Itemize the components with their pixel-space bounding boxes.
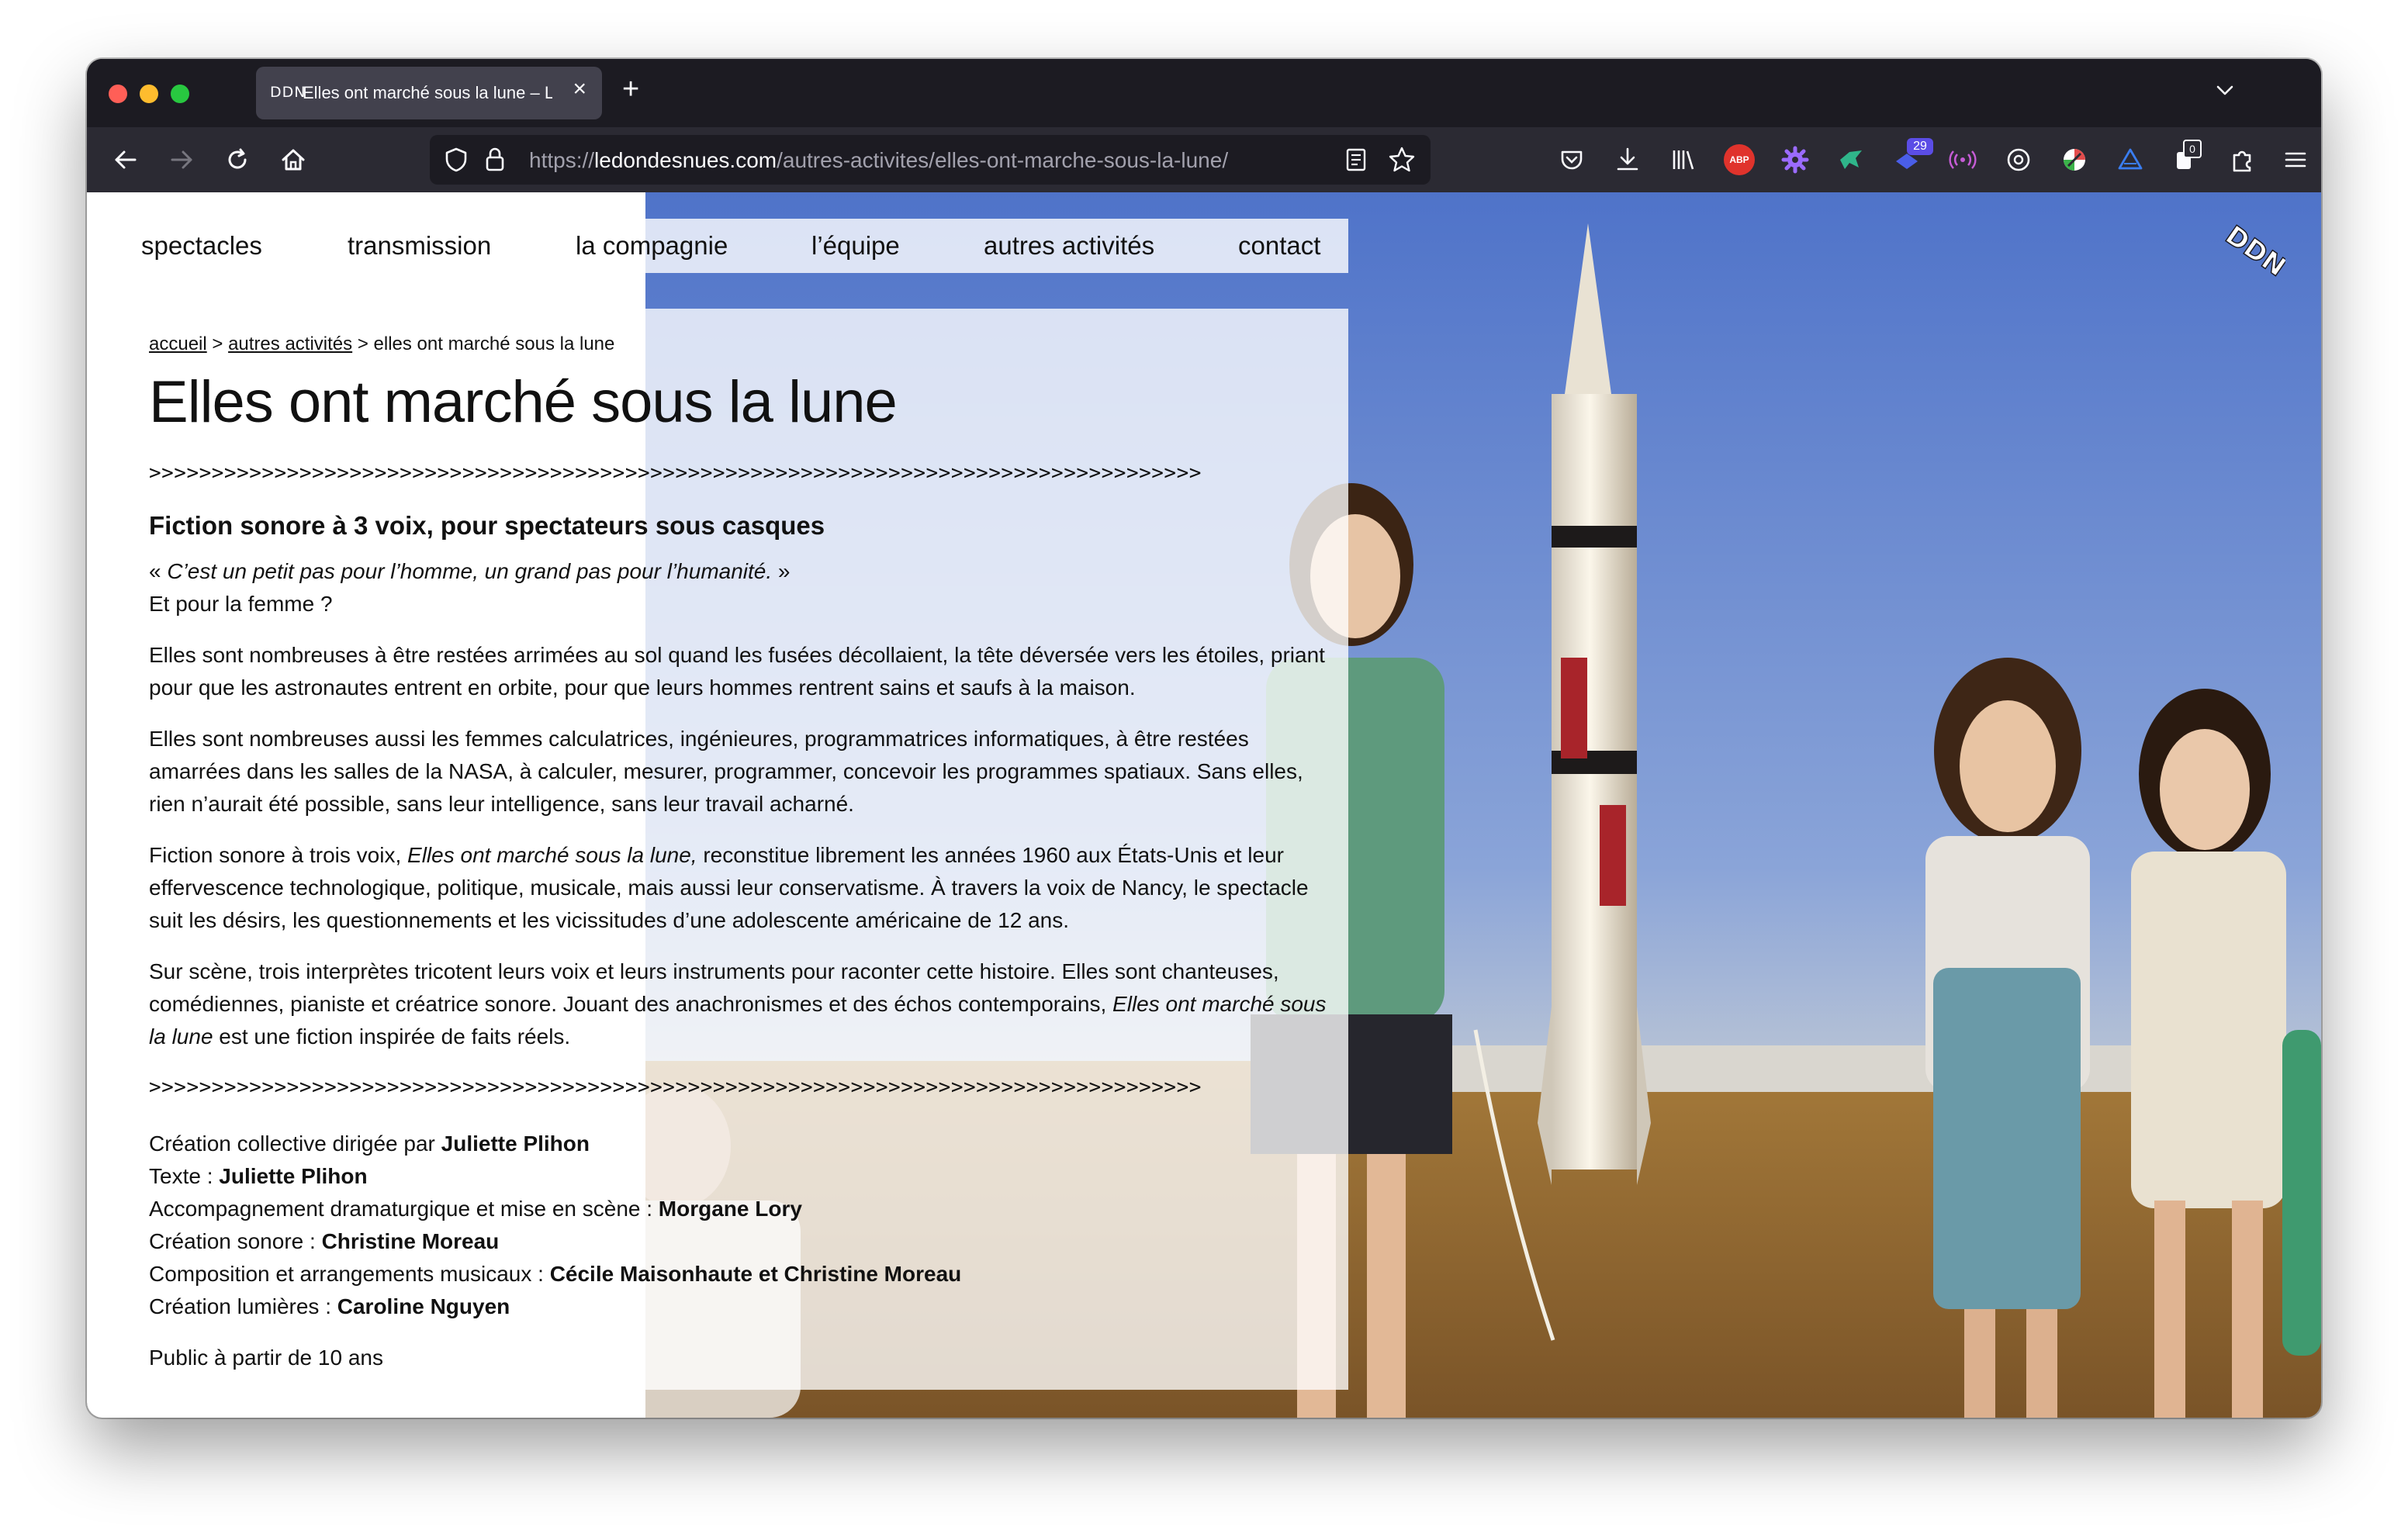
credit-line: Création collective dirigée par Juliette… [149,1128,1344,1160]
extension-counter: 0 [2183,140,2202,158]
menu-backdrop [133,219,1348,273]
paragraph-4-end: est une fiction inspirée de faits réels. [213,1024,571,1049]
article-subtitle: Fiction sonore à 3 voix, pour spectateur… [149,511,825,540]
home-icon[interactable] [279,146,307,174]
credit-label: Création collective dirigée par [149,1131,441,1156]
breadcrumb-separator: > [352,333,374,354]
breadcrumb-separator: > [206,333,229,354]
quote-followup: Et pour la femme ? [149,592,333,616]
extension-badge-count: 29 [1907,138,1933,155]
arrow-separator: >>>>>>>>>>>>>>>>>>>>>>>>>>>>>>>>>>>>>>>>… [149,1076,1202,1099]
adblock-plus-icon[interactable]: ABP [1724,144,1755,175]
url-domain: ledondesnues.com [594,148,777,172]
credit-line: Accompagnement dramaturgique et mise en … [149,1193,1344,1225]
credit-name: Juliette Plihon [441,1131,590,1156]
new-tab-button[interactable]: + [622,74,639,104]
tab-close-icon[interactable]: × [573,78,586,101]
credit-line: Texte : Juliette Plihon [149,1160,1344,1193]
downloads-icon[interactable] [1612,144,1643,175]
browser-window: DDN Elles ont marché sous la lune – Le O… [87,59,2321,1418]
site-logo[interactable]: DDN [2219,216,2292,284]
tab-bar: DDN Elles ont marché sous la lune – Le O… [87,59,2321,127]
url-scheme: https:// [529,148,595,172]
credit-line: Création lumières : Caroline Nguyen [149,1290,1344,1323]
breadcrumb: accueil > autres activités > elles ont m… [149,330,1344,358]
arrow-separator: >>>>>>>>>>>>>>>>>>>>>>>>>>>>>>>>>>>>>>>>… [149,461,1202,485]
reload-icon[interactable] [223,146,251,174]
breadcrumb-parent-link[interactable]: autres activités [228,333,352,354]
menu-item-autres-activites[interactable]: autres activités [984,231,1154,261]
quote-text: C’est un petit pas pour l’homme, un gran… [167,559,773,583]
minimize-window-button[interactable] [140,85,158,103]
reader-view-icon[interactable] [1344,147,1368,173]
close-window-button[interactable] [109,85,127,103]
menu-item-contact[interactable]: contact [1238,231,1320,261]
paragraph-2: Elles sont nombreuses aussi les femmes c… [149,727,1303,816]
breadcrumb-current: elles ont marché sous la lune [373,333,615,354]
zoom-window-button[interactable] [171,85,189,103]
extensions-puzzle-icon[interactable] [2226,144,2258,175]
audience-info: Public à partir de 10 ans [149,1346,383,1370]
url-text[interactable]: https://ledondesnues.com/autres-activite… [529,148,1228,173]
credit-line: Composition et arrangements musicaux : C… [149,1258,1344,1290]
forward-arrow-icon[interactable] [168,146,195,174]
ddn-logo-icon: DDN [2219,219,2292,284]
hamburger-menu-icon[interactable] [2282,144,2309,175]
credit-label: Création sonore : [149,1229,322,1253]
address-bar[interactable]: https://ledondesnues.com/autres-activite… [430,135,1431,185]
menu-item-la-compagnie[interactable]: la compagnie [576,231,728,261]
paragraph-3-title: Elles ont marché sous la lune, [407,843,697,867]
url-path: /autres-activites/elles-ont-marche-sous-… [777,148,1229,172]
quote-paragraph: « C’est un petit pas pour l’homme, un gr… [149,555,1328,620]
breadcrumb-home-link[interactable]: accueil [149,333,207,354]
active-tab[interactable]: DDN Elles ont marché sous la lune – Le O… [256,67,602,119]
credit-line: Création sonore : Christine Moreau [149,1225,1344,1258]
quote-mark-open: « [149,559,168,583]
credit-label: Texte : [149,1164,220,1188]
credit-label: Composition et arrangements musicaux : [149,1262,550,1286]
svg-text:DDN: DDN [2219,219,2285,282]
credit-name: Christine Moreau [321,1229,500,1253]
paragraph-3-start: Fiction sonore à trois voix, [149,843,408,867]
quote-mark-close: » [772,559,791,583]
paragraph-1: Elles sont nombreuses à être restées arr… [149,643,1325,700]
lock-icon[interactable] [483,146,507,174]
shield-icon[interactable] [442,146,470,174]
bird-extension-icon[interactable] [1835,144,1867,175]
page-viewport: spectacles transmission la compagnie l’é… [87,192,2321,1418]
credit-label: Accompagnement dramaturgique et mise en … [149,1197,659,1221]
credits-list: Création collective dirigée par Juliette… [149,1128,1344,1323]
paragraph-3: Fiction sonore à trois voix, Elles ont m… [149,839,1328,937]
colorful-extension-icon[interactable] [2059,144,2090,175]
credit-label: Création lumières : [149,1294,337,1318]
menu-item-equipe[interactable]: l’équipe [811,231,900,261]
menu-item-spectacles[interactable]: spectacles [141,231,262,261]
library-icon[interactable] [1668,144,1699,175]
bookmark-star-icon[interactable] [1387,145,1417,174]
paragraph-4-start: Sur scène, trois interprètes tricotent l… [149,959,1279,1016]
back-arrow-icon[interactable] [112,146,140,174]
chevron-down-icon[interactable] [2214,79,2236,101]
navigation-toolbar: https://ledondesnues.com/autres-activite… [87,127,2321,192]
tab-favicon-icon: DDN [270,84,306,101]
credit-name: Caroline Nguyen [337,1294,510,1318]
menu-item-transmission[interactable]: transmission [348,231,491,261]
broadcast-icon[interactable] [1947,144,1978,175]
credit-name: Cécile Maisonhaute et Christine Moreau [549,1262,962,1286]
paragraph-4: Sur scène, trois interprètes tricotent l… [149,955,1328,1053]
credit-name: Juliette Plihon [219,1164,368,1188]
pocket-icon[interactable] [1556,144,1587,175]
tab-title: Elles ont marché sous la lune – Le Onde … [303,83,552,102]
credit-name: Morgane Lory [658,1197,802,1221]
page-title: Elles ont marché sous la lune [149,369,898,435]
article: accueil > autres activités > elles ont m… [149,330,1344,1393]
triangle-extension-icon[interactable] [2115,144,2146,175]
gear-extension-icon[interactable] [1780,144,1811,175]
clock-extension-icon[interactable] [2003,144,2034,175]
